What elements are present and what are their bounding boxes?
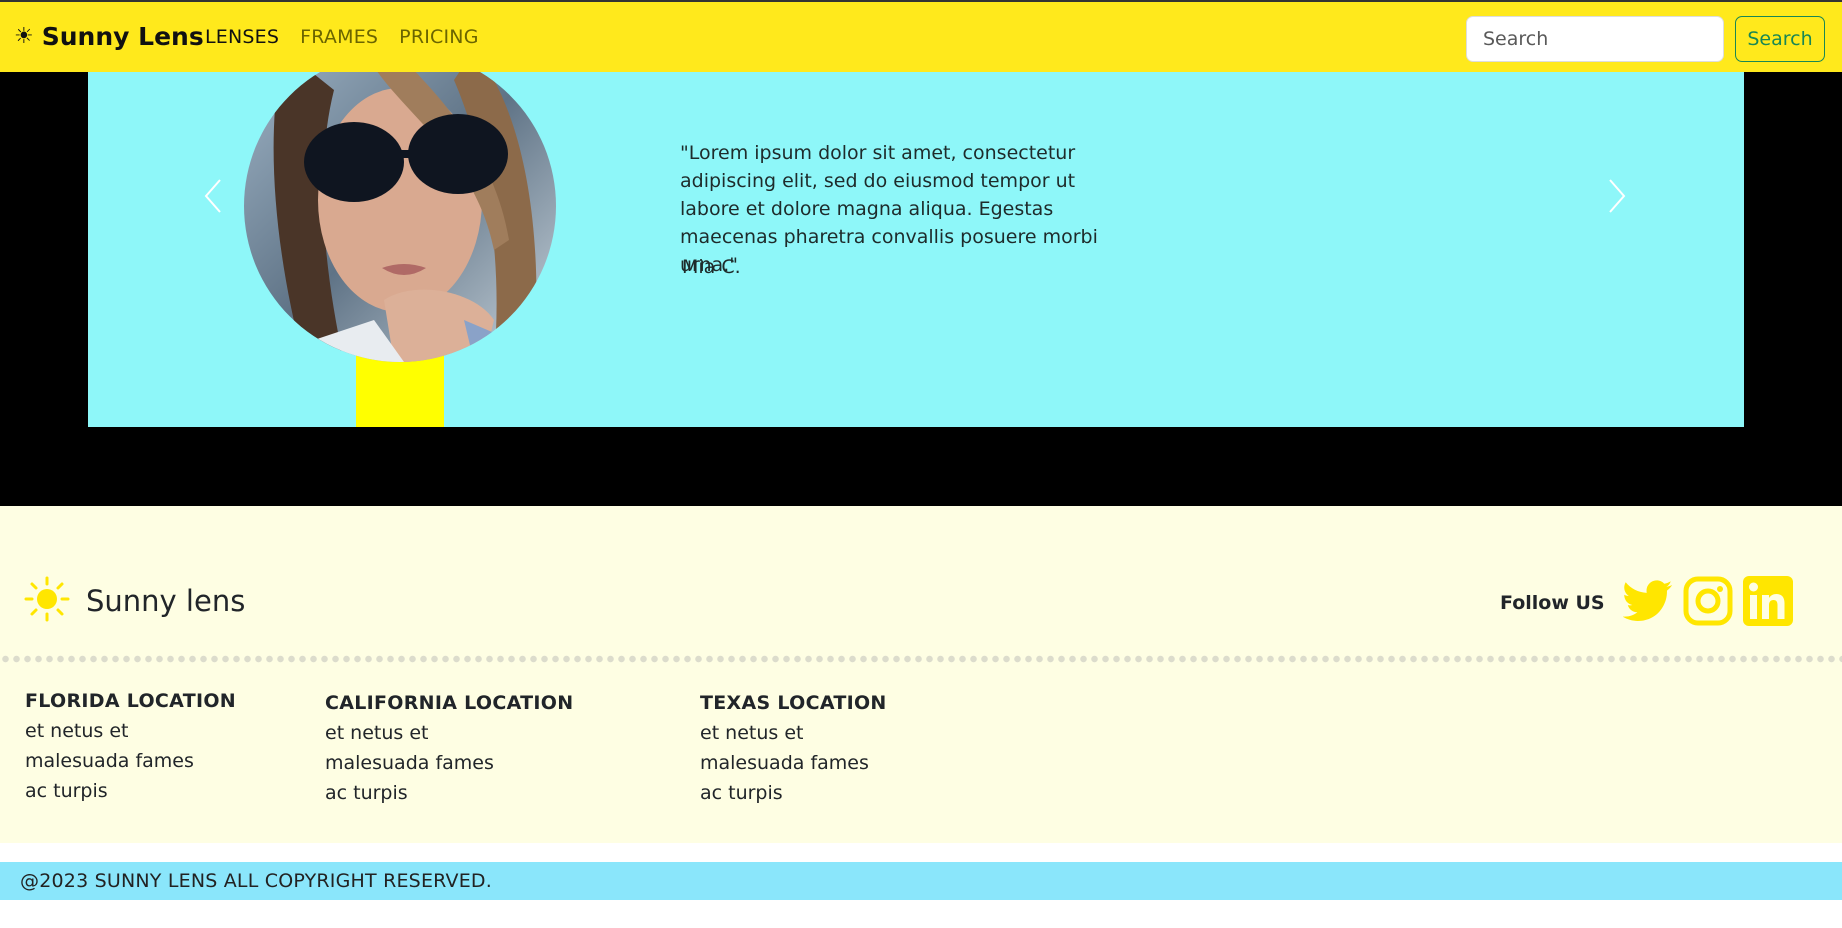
location-california: CALIFORNIA LOCATION et netus et malesuad… bbox=[325, 688, 573, 808]
location-line: ac turpis bbox=[325, 782, 408, 804]
brand-name: Sunny Lens bbox=[41, 22, 204, 51]
linkedin-icon[interactable] bbox=[1742, 576, 1793, 630]
location-title: TEXAS LOCATION bbox=[700, 692, 887, 714]
location-line: malesuada fames bbox=[325, 752, 494, 774]
search-button[interactable]: Search bbox=[1735, 16, 1825, 62]
nav-link-pricing[interactable]: PRICING bbox=[399, 26, 478, 48]
nav-link-lenses[interactable]: LENSES bbox=[205, 26, 279, 48]
customer-photo bbox=[244, 50, 556, 362]
location-line: ac turpis bbox=[700, 782, 783, 804]
location-line: et netus et bbox=[325, 722, 429, 744]
footer-brand: Sunny lens bbox=[24, 576, 245, 626]
location-line: et netus et bbox=[700, 722, 804, 744]
testimonial-author: Mia C. bbox=[682, 256, 741, 278]
testimonial-quote: "Lorem ipsum dolor sit amet, consectetur… bbox=[680, 142, 1098, 276]
follow-label: Follow US bbox=[1500, 592, 1605, 614]
brand-link[interactable]: ☀ Sunny Lens bbox=[14, 22, 204, 51]
twitter-icon[interactable] bbox=[1621, 579, 1673, 627]
copyright-bar: @2023 SUNNY LENS ALL COPYRIGHT RESERVED. bbox=[0, 862, 1842, 900]
location-line: malesuada fames bbox=[25, 750, 194, 772]
testimonial-carousel: "Lorem ipsum dolor sit amet, consectetur… bbox=[0, 50, 1842, 506]
instagram-icon[interactable] bbox=[1683, 576, 1733, 630]
search-input[interactable] bbox=[1466, 16, 1724, 62]
location-title: FLORIDA LOCATION bbox=[25, 690, 236, 712]
footer-brand-name: Sunny lens bbox=[86, 584, 246, 618]
nav-links: LENSES FRAMES PRICING bbox=[205, 26, 479, 48]
carousel-slide: "Lorem ipsum dolor sit amet, consectetur… bbox=[88, 50, 1744, 427]
footer: Sunny lens Follow US FLORIDA LOCATION et… bbox=[0, 506, 1842, 843]
nav-link-frames[interactable]: FRAMES bbox=[300, 26, 378, 48]
dotted-divider bbox=[0, 654, 1842, 664]
location-texas: TEXAS LOCATION et netus et malesuada fam… bbox=[700, 688, 887, 808]
location-line: malesuada fames bbox=[700, 752, 869, 774]
follow-us: Follow US bbox=[1500, 576, 1793, 630]
chevron-right-icon[interactable] bbox=[1602, 176, 1632, 216]
sun-icon bbox=[24, 576, 70, 626]
location-line: ac turpis bbox=[25, 780, 108, 802]
chevron-left-icon[interactable] bbox=[198, 176, 228, 216]
sun-icon: ☀ bbox=[14, 24, 34, 49]
location-line: et netus et bbox=[25, 720, 129, 742]
copyright-text: @2023 SUNNY LENS ALL COPYRIGHT RESERVED. bbox=[20, 870, 492, 892]
navbar: ☀ Sunny Lens LENSES FRAMES PRICING Searc… bbox=[0, 0, 1842, 72]
location-florida: FLORIDA LOCATION et netus et malesuada f… bbox=[25, 686, 236, 806]
location-title: CALIFORNIA LOCATION bbox=[325, 692, 574, 714]
